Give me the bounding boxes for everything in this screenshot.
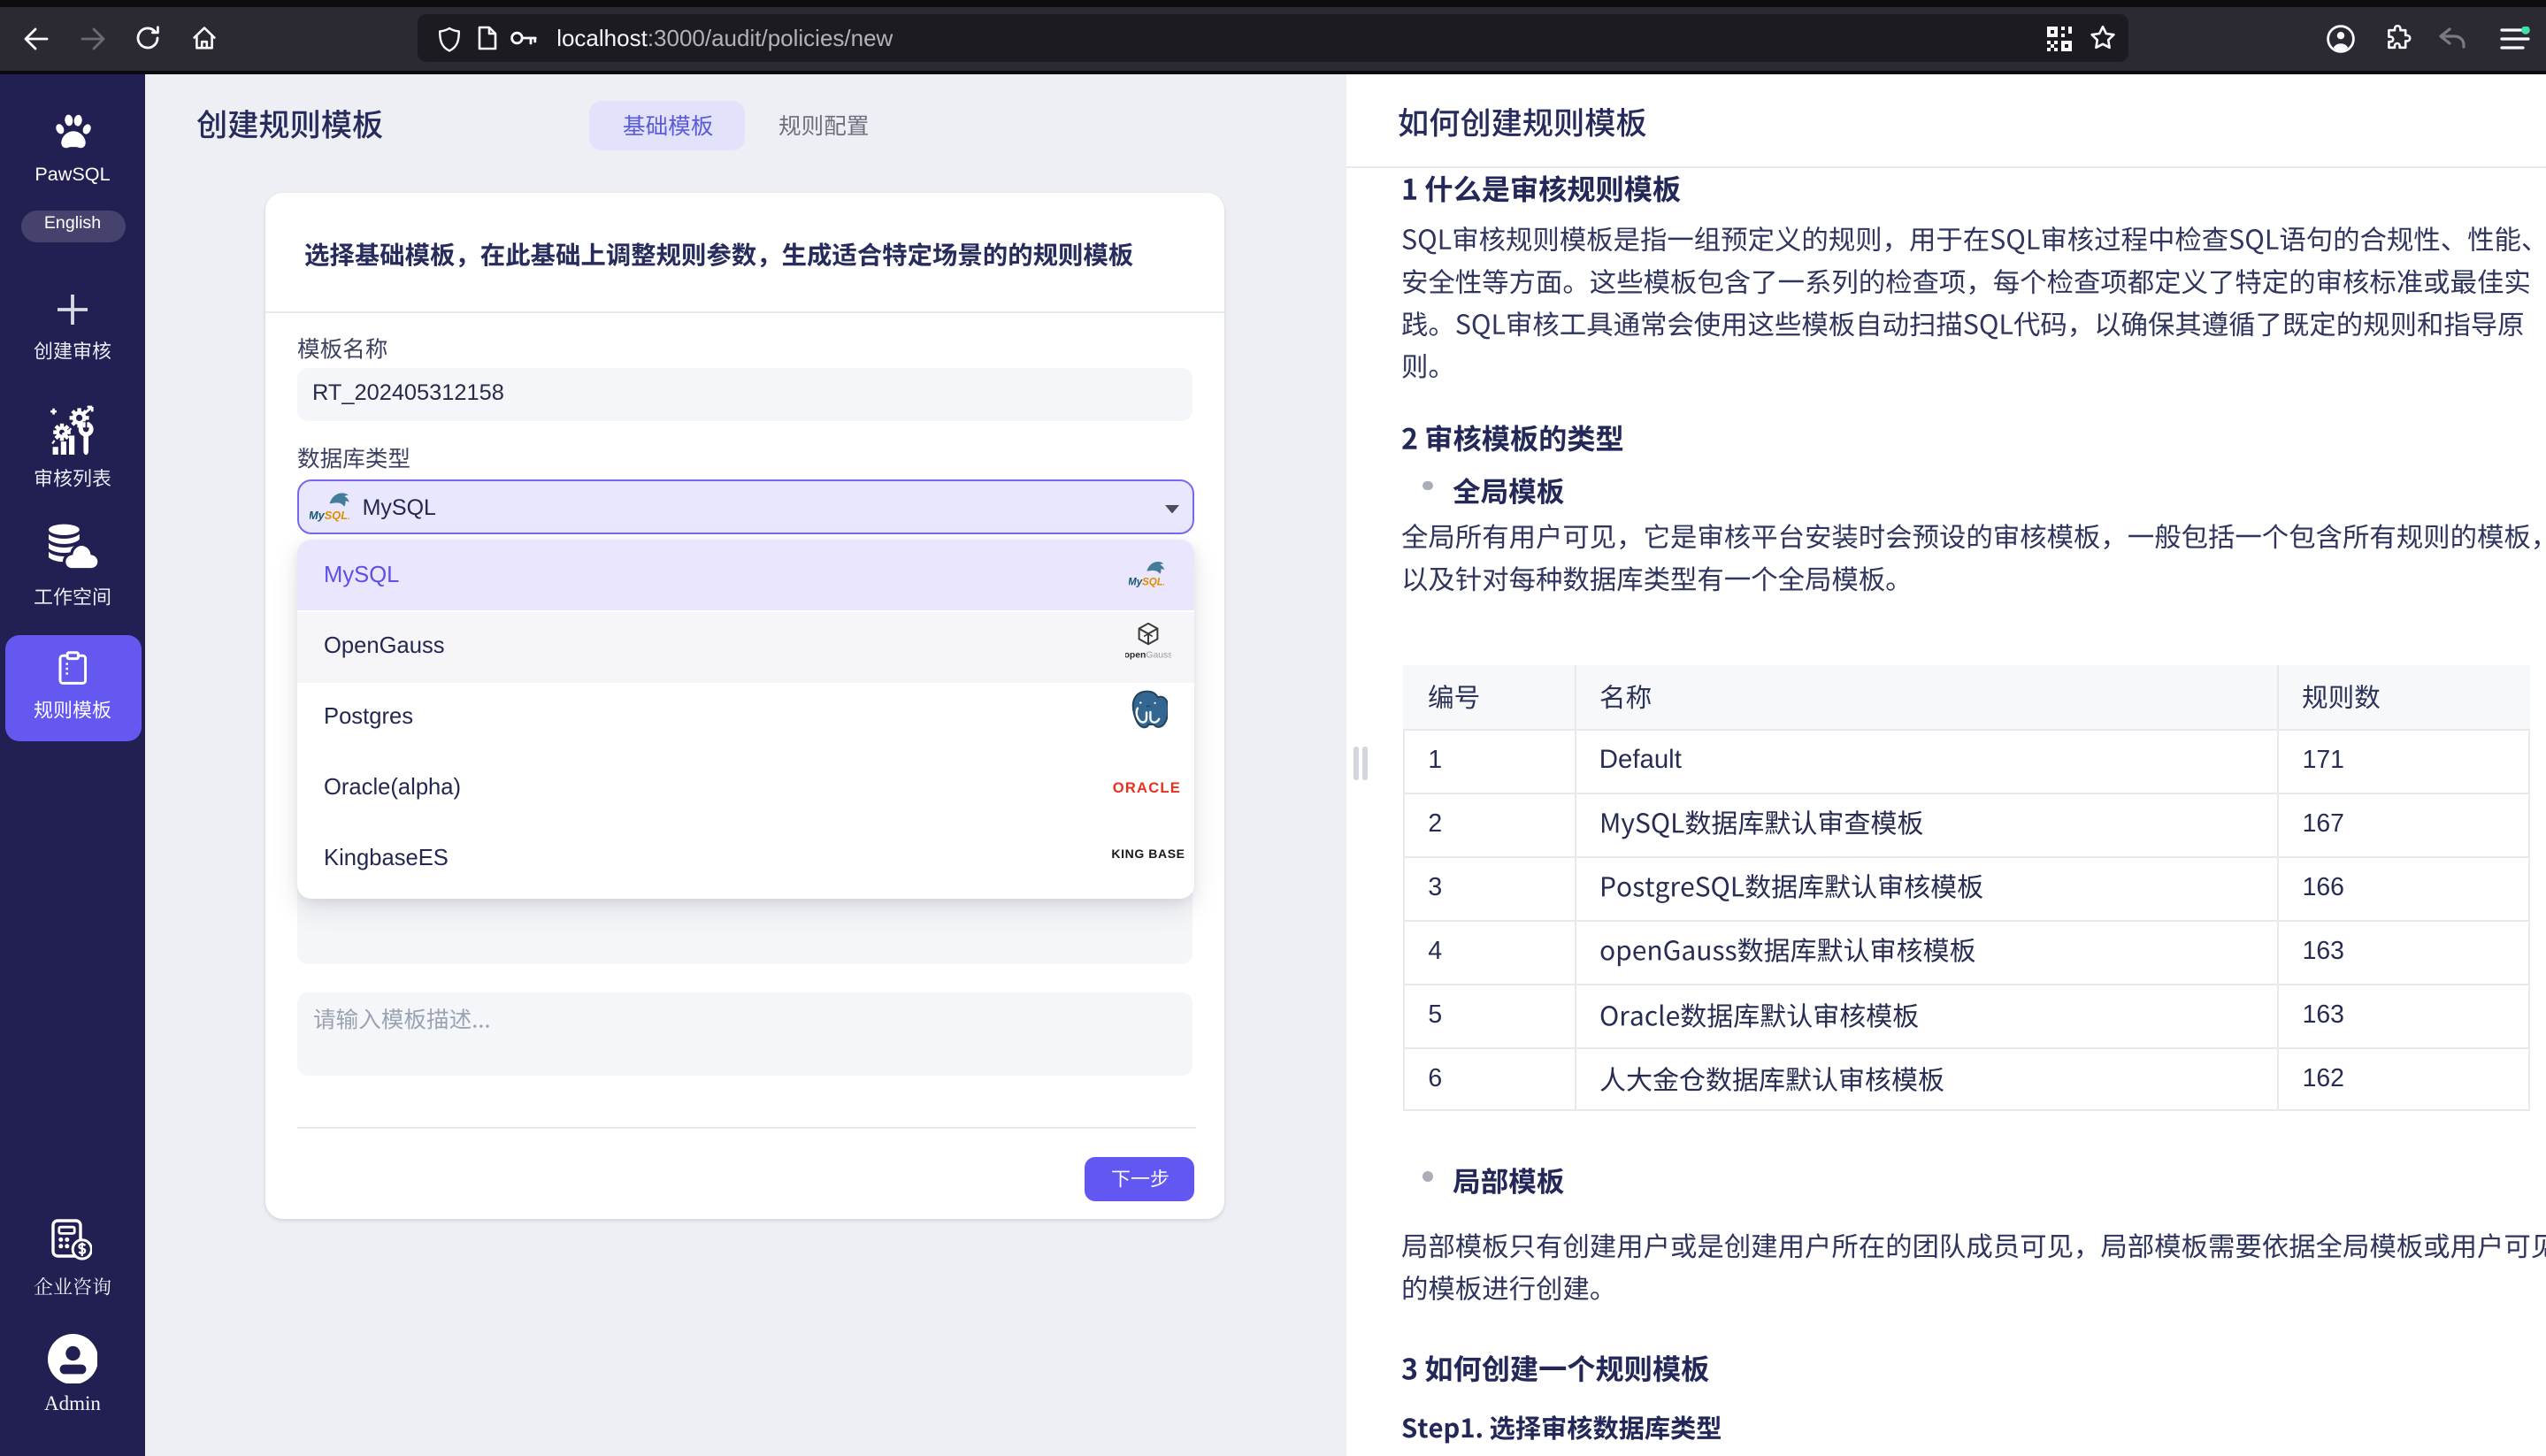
svg-text:MySQL.: MySQL. — [309, 509, 349, 522]
svg-text:MySQL.: MySQL. — [1128, 578, 1164, 588]
svg-text:openGauss: openGauss — [1125, 650, 1171, 659]
